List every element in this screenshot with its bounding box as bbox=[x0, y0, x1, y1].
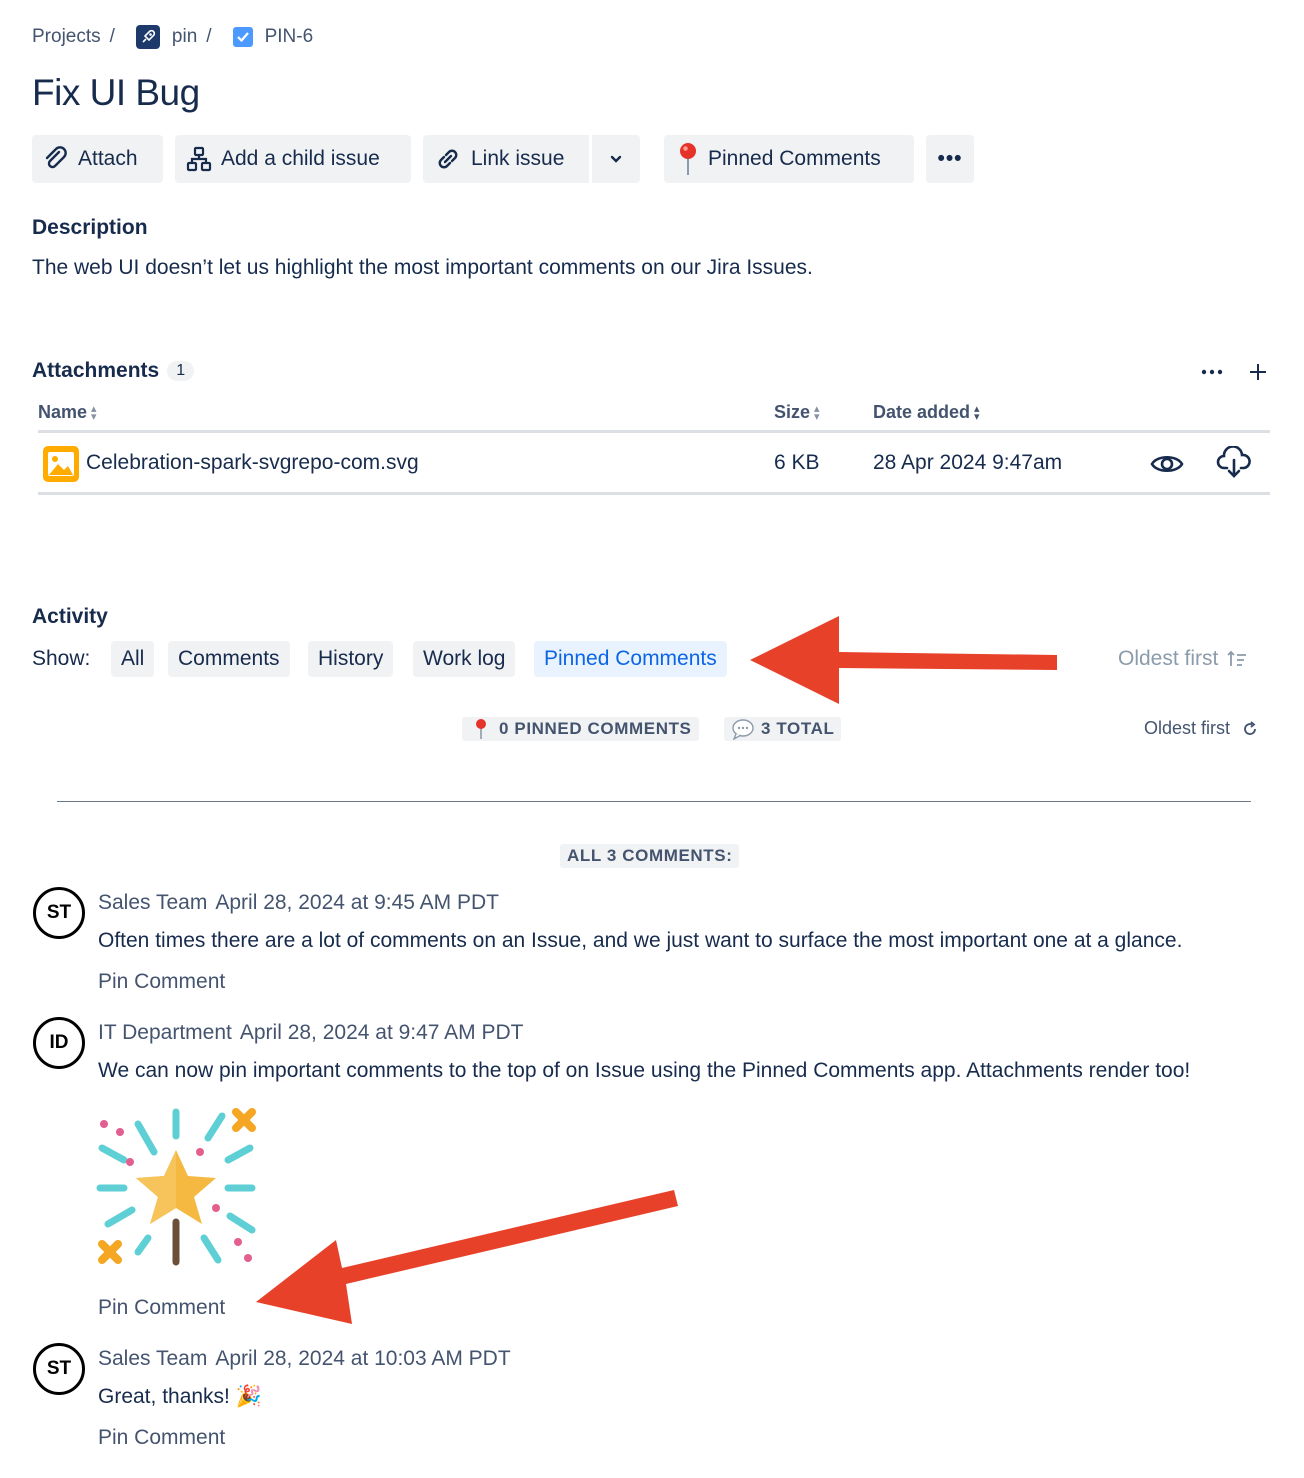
add-child-issue-button[interactable]: Add a child issue bbox=[175, 135, 411, 183]
breadcrumb: Projects / pin / PIN-6 bbox=[32, 24, 313, 50]
all-comments-label: ALL 3 COMMENTS: bbox=[560, 844, 740, 868]
filter-pinned-comments[interactable]: Pinned Comments bbox=[534, 641, 727, 677]
image-file-icon bbox=[43, 446, 79, 482]
table-header-divider bbox=[38, 430, 1270, 433]
annotation-arrow-pinned-filter bbox=[750, 616, 1057, 704]
pin-comment-button[interactable]: Pin Comment bbox=[98, 1426, 225, 1450]
total-count-label: 3 TOTAL bbox=[761, 719, 835, 738]
comment-text: We can now pin important comments to the… bbox=[98, 1059, 1191, 1082]
sort-order-disabled-label: Oldest first bbox=[1118, 647, 1219, 670]
comment-text: Often times there are a lot of comments … bbox=[98, 929, 1183, 952]
attachment-date: 28 Apr 2024 9:47am bbox=[873, 451, 1063, 474]
comment-meta: IT Department April 28, 2024 at 9:47 AM P… bbox=[98, 1021, 524, 1045]
download-button[interactable] bbox=[1216, 445, 1252, 485]
attachment-file-name[interactable]: Celebration-spark-svgrepo-com.svg bbox=[86, 451, 419, 475]
add-child-issue-label: Add a child issue bbox=[221, 147, 380, 170]
paperclip-icon bbox=[45, 146, 67, 169]
column-size-label: Size bbox=[774, 402, 811, 422]
link-issue-dropdown[interactable] bbox=[592, 135, 640, 183]
sort-ascending-icon bbox=[1227, 650, 1247, 666]
section-divider bbox=[57, 801, 1251, 802]
pin-comment-button[interactable]: Pin Comment bbox=[98, 1296, 225, 1320]
sort-icon: ▴ ▾ bbox=[814, 402, 820, 423]
filter-history[interactable]: History bbox=[308, 641, 394, 677]
breadcrumb-projects[interactable]: Projects bbox=[32, 26, 101, 48]
more-horizontal-icon bbox=[1201, 369, 1223, 375]
more-actions-button[interactable]: ••• bbox=[926, 135, 974, 183]
breadcrumb-issue-key[interactable]: PIN-6 bbox=[265, 26, 314, 48]
annotation-arrow-pin-comment bbox=[256, 1190, 678, 1324]
attachments-heading: Attachments 1 bbox=[32, 359, 195, 383]
pinned-count-badge: 0 PINNED COMMENTS bbox=[462, 717, 699, 741]
sort-icon: ▴ ▾ bbox=[974, 402, 980, 423]
add-attachment-button[interactable] bbox=[1244, 358, 1272, 386]
avatar: ST bbox=[33, 1343, 85, 1395]
column-header-date[interactable]: Date added ▴ ▾ bbox=[873, 402, 980, 423]
pushpin-icon bbox=[476, 719, 486, 739]
child-issue-icon bbox=[186, 146, 212, 172]
attach-label: Attach bbox=[78, 147, 138, 170]
filter-work-log[interactable]: Work log bbox=[413, 641, 516, 677]
pushpin-icon bbox=[680, 143, 696, 175]
celebration-spark-image[interactable] bbox=[96, 1104, 262, 1270]
comment-date: April 28, 2024 at 10:03 AM PDT bbox=[215, 1347, 511, 1370]
show-label: Show: bbox=[32, 647, 91, 670]
total-count-badge: 3 TOTAL bbox=[724, 717, 842, 741]
speech-bubble-icon bbox=[732, 719, 754, 740]
avatar: ST bbox=[33, 887, 85, 939]
breadcrumb-project[interactable]: pin bbox=[172, 26, 197, 48]
attachments-count-badge: 1 bbox=[167, 361, 195, 382]
sort-order-toggle[interactable]: Oldest first bbox=[1144, 718, 1258, 739]
comment-author[interactable]: IT Department bbox=[98, 1021, 232, 1044]
chevron-down-icon bbox=[610, 155, 622, 163]
sort-icon: ▴ ▾ bbox=[91, 402, 97, 423]
column-date-label: Date added bbox=[873, 402, 971, 422]
comment-author[interactable]: Sales Team bbox=[98, 1347, 207, 1370]
link-issue-button[interactable]: Link issue bbox=[423, 135, 591, 183]
task-checkbox-icon bbox=[232, 27, 253, 47]
rocket-icon bbox=[135, 25, 160, 49]
link-issue-label: Link issue bbox=[471, 147, 565, 170]
comment-date: April 28, 2024 at 9:47 AM PDT bbox=[239, 1021, 524, 1044]
avatar: ID bbox=[33, 1017, 85, 1069]
comment-date: April 28, 2024 at 9:45 AM PDT bbox=[215, 891, 499, 914]
filter-all[interactable]: All bbox=[111, 641, 155, 677]
description-text[interactable]: The web UI doesn’t let us highlight the … bbox=[32, 256, 813, 280]
sort-order-disabled: Oldest first bbox=[1118, 647, 1248, 671]
link-icon bbox=[438, 149, 458, 169]
description-heading: Description bbox=[32, 216, 148, 239]
eye-icon bbox=[1150, 455, 1184, 473]
activity-heading: Activity bbox=[32, 605, 108, 628]
breadcrumb-separator: / bbox=[109, 26, 115, 47]
column-header-size[interactable]: Size ▴ ▾ bbox=[774, 402, 820, 423]
attach-button[interactable]: Attach bbox=[32, 135, 163, 183]
attachments-more-button[interactable] bbox=[1198, 358, 1226, 386]
plus-icon bbox=[1250, 364, 1266, 380]
preview-button[interactable] bbox=[1150, 448, 1184, 485]
attachment-size: 6 KB bbox=[774, 451, 820, 474]
pinned-comments-button[interactable]: Pinned Comments bbox=[664, 135, 914, 183]
issue-title[interactable]: Fix UI Bug bbox=[32, 72, 200, 114]
comment-meta: Sales Team April 28, 2024 at 10:03 AM PDT bbox=[98, 1347, 511, 1371]
breadcrumb-separator: / bbox=[206, 26, 212, 47]
comment-text: Great, thanks! 🎉 bbox=[98, 1385, 262, 1408]
comment-author[interactable]: Sales Team bbox=[98, 891, 207, 914]
column-name-label: Name bbox=[38, 402, 88, 422]
sort-order-label: Oldest first bbox=[1144, 718, 1231, 738]
more-icon: ••• bbox=[937, 147, 963, 170]
comment-meta: Sales Team April 28, 2024 at 9:45 AM PDT bbox=[98, 891, 499, 915]
cloud-download-icon bbox=[1216, 445, 1251, 478]
pinned-count-label: 0 PINNED COMMENTS bbox=[499, 719, 692, 738]
table-row-divider bbox=[38, 492, 1270, 495]
refresh-icon bbox=[1244, 720, 1256, 735]
column-header-name[interactable]: Name ▴ ▾ bbox=[38, 402, 97, 423]
pinned-comments-label: Pinned Comments bbox=[708, 147, 881, 170]
filter-comments[interactable]: Comments bbox=[168, 641, 290, 677]
pin-comment-button[interactable]: Pin Comment bbox=[98, 970, 225, 994]
attachments-label: Attachments bbox=[32, 359, 160, 382]
